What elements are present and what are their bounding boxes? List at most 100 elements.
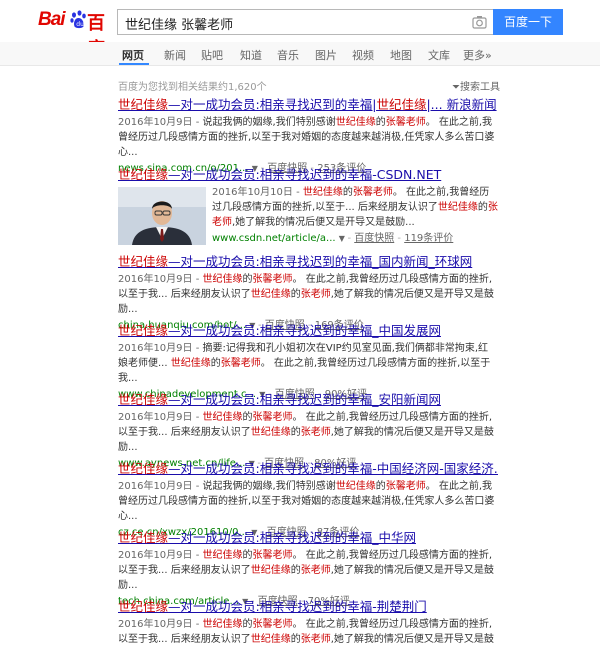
title-keyword: 世纪佳缘 [376,97,427,112]
title-keyword: 世纪佳缘 [118,97,169,112]
active-tab-indicator [119,63,149,65]
tab-map[interactable]: 地图 [390,47,412,63]
search-tools[interactable]: ⏷搜索工具 [452,78,500,93]
abstract-keyword: 世纪佳缘 [202,274,243,285]
title-text: —对一成功会员:相亲寻找迟到的幸福-中国经济网-国家经济... [168,461,498,476]
result-title[interactable]: 世纪佳缘—对一成功会员:相亲寻找迟到的幸福_中国发展网 [118,323,498,339]
tab-zhidao[interactable]: 知道 [240,47,262,63]
abstract-keyword: 张老师 [300,427,331,438]
result-title[interactable]: 世纪佳缘—对一成功会员:相亲寻找迟到的幸福-中国经济网-国家经济... [118,461,498,477]
abstract-keyword: 世纪佳缘 [250,634,291,645]
abstract-keyword: 世纪佳缘 [302,187,343,198]
result-date: 2016年10月10日 - [212,187,303,198]
result-abstract: 2016年10月9日 - 说起我俩的姻缘,我们特别感谢世纪佳缘的张馨老师。 在此… [118,115,498,160]
tab-video[interactable]: 视频 [352,47,374,63]
baidu-logo[interactable]: Bai du 百度 [38,9,114,59]
tab-images[interactable]: 图片 [315,47,337,63]
result-item: 世纪佳缘—对一成功会员:相亲寻找迟到的幸福-CSDN.NET 2016年10月1… [118,167,498,246]
abstract-text: 的 [242,412,253,423]
abstract-keyword: 世纪佳缘 [335,481,376,492]
svg-text:du: du [76,21,84,28]
tab-more[interactable]: 更多» [463,47,492,63]
result-item: 世纪佳缘—对一成功会员:相亲寻找迟到的幸福_中国发展网 2016年10月9日 -… [118,323,498,402]
tab-music[interactable]: 音乐 [277,47,299,63]
abstract-text: 的 [210,358,221,369]
tab-web[interactable]: 网页 [122,47,144,63]
result-thumbnail[interactable] [118,187,206,245]
result-title[interactable]: 世纪佳缘—对一成功会员:相亲寻找迟到的幸福-CSDN.NET [118,167,498,183]
tab-news[interactable]: 新闻 [164,47,186,63]
abstract-text: 的 [342,187,353,198]
separator: - [394,233,405,244]
abstract-keyword: 世纪佳缘 [437,202,478,213]
title-text: —对一成功会员:相亲寻找迟到的幸福_中华网 [168,530,416,545]
abstract-keyword: 张馨老师 [352,187,393,198]
result-title[interactable]: 世纪佳缘—对一成功会员:相亲寻找迟到的幸福_国内新闻_环球网 [118,254,498,270]
abstract-keyword: 张馨老师 [252,550,293,561]
title-text: —对一成功会员:相亲寻找迟到的幸福_国内新闻_环球网 [168,254,473,269]
person-photo-icon [118,187,206,245]
abstract-text: 的 [375,481,386,492]
result-title[interactable]: 世纪佳缘—对一成功会员:相亲寻找迟到的幸福|世纪佳缘|... 新浪新闻 [118,97,498,113]
abstract-keyword: 张老师 [300,634,331,645]
result-item: 世纪佳缘—对一成功会员:相亲寻找迟到的幸福_安阳新闻网 2016年10月9日 -… [118,392,498,471]
result-date: 2016年10月9日 - [118,412,203,423]
search-tabs: 网页 新闻 贴吧 知道 音乐 图片 视频 地图 文库 更多» [0,42,600,66]
title-keyword: 世纪佳缘 [118,167,169,182]
title-text: —对一成功会员:相亲寻找迟到的幸福_中国发展网 [168,323,441,338]
baidu-paw-icon: du [70,10,86,29]
abstract-keyword: 张馨老师 [385,117,426,128]
title-keyword: 世纪佳缘 [118,392,169,407]
abstract-keyword: 张馨老师 [220,358,261,369]
title-text: |... 新浪新闻 [426,97,497,112]
abstract-keyword: 世纪佳缘 [170,358,211,369]
result-footer: www.csdn.net/article/a... ▼ - 百度快照 - 119… [212,231,498,246]
snapshot-link[interactable]: 百度快照 [354,233,394,244]
result-date: 2016年10月9日 - [118,343,203,354]
result-date: 2016年10月9日 - [118,481,203,492]
abstract-keyword: 世纪佳缘 [202,550,243,561]
tab-tieba[interactable]: 贴吧 [201,47,223,63]
title-keyword: 世纪佳缘 [118,599,169,614]
funnel-icon: ⏷ [452,82,460,93]
abstract-keyword: 世纪佳缘 [202,619,243,630]
abstract-keyword: 世纪佳缘 [202,412,243,423]
search-box[interactable]: 世纪佳缘 张馨老师 [117,9,493,35]
result-date: 2016年10月9日 - [118,274,203,285]
search-button[interactable]: 百度一下 [493,9,563,35]
title-text: —对一成功会员:相亲寻找迟到的幸福| [168,97,377,112]
result-title[interactable]: 世纪佳缘—对一成功会员:相亲寻找迟到的幸福_中华网 [118,530,498,546]
result-abstract: 2016年10月9日 - 世纪佳缘的张馨老师。 在此之前,我曾经历过几段感情方面… [118,272,498,317]
result-url: www.csdn.net/article/a... [212,233,339,244]
abstract-keyword: 世纪佳缘 [335,117,376,128]
result-count: 百度为您找到相关结果约1,620个 [118,82,267,93]
result-abstract: 2016年10月10日 - 世纪佳缘的张馨老师。 在此之前,我曾经历过几段感情方… [212,185,498,230]
result-date: 2016年10月9日 - [118,619,203,630]
abstract-keyword: 世纪佳缘 [250,289,291,300]
abstract-text: 的 [242,274,253,285]
tab-wenku[interactable]: 文库 [428,47,450,63]
abstract-text: 说起我俩的姻缘,我们特别感谢 [202,117,336,128]
abstract-text: 的 [242,550,253,561]
header: Bai du 百度 世纪佳缘 张馨老师 百度一下 [0,0,600,59]
abstract-text: 说起我俩的姻缘,我们特别感谢 [202,481,336,492]
abstract-keyword: 世纪佳缘 [250,427,291,438]
result-title[interactable]: 世纪佳缘—对一成功会员:相亲寻找迟到的幸福-荆楚荆门 [118,599,498,615]
result-item: 世纪佳缘—对一成功会员:相亲寻找迟到的幸福_国内新闻_环球网 2016年10月9… [118,254,498,333]
camera-icon[interactable] [472,15,487,29]
result-title[interactable]: 世纪佳缘—对一成功会员:相亲寻找迟到的幸福_安阳新闻网 [118,392,498,408]
result-item: 世纪佳缘—对一成功会员:相亲寻找迟到的幸福|世纪佳缘|... 新浪新闻 2016… [118,97,498,176]
title-keyword: 世纪佳缘 [118,254,169,269]
abstract-text: 的 [290,427,301,438]
title-text: —对一成功会员:相亲寻找迟到的幸福-荆楚荆门 [168,599,427,614]
abstract-text: ,她了解我的情况后便又是开导又是鼓励... [232,217,415,228]
review-count-link[interactable]: 119条评价 [404,233,453,244]
search-input[interactable]: 世纪佳缘 张馨老师 [125,14,445,33]
search-tools-label: 搜索工具 [460,82,500,93]
result-abstract: 2016年10月9日 - 摘要:记得我和孔小姐初次在VIP约见室见面,我们俩都非… [118,341,498,386]
result-abstract: 2016年10月9日 - 世纪佳缘的张馨老师。 在此之前,我曾经历过几段感情方面… [118,617,498,648]
abstract-keyword: 张馨老师 [252,412,293,423]
title-keyword: 世纪佳缘 [118,461,169,476]
result-date: 2016年10月9日 - [118,117,203,128]
title-keyword: 世纪佳缘 [118,323,169,338]
